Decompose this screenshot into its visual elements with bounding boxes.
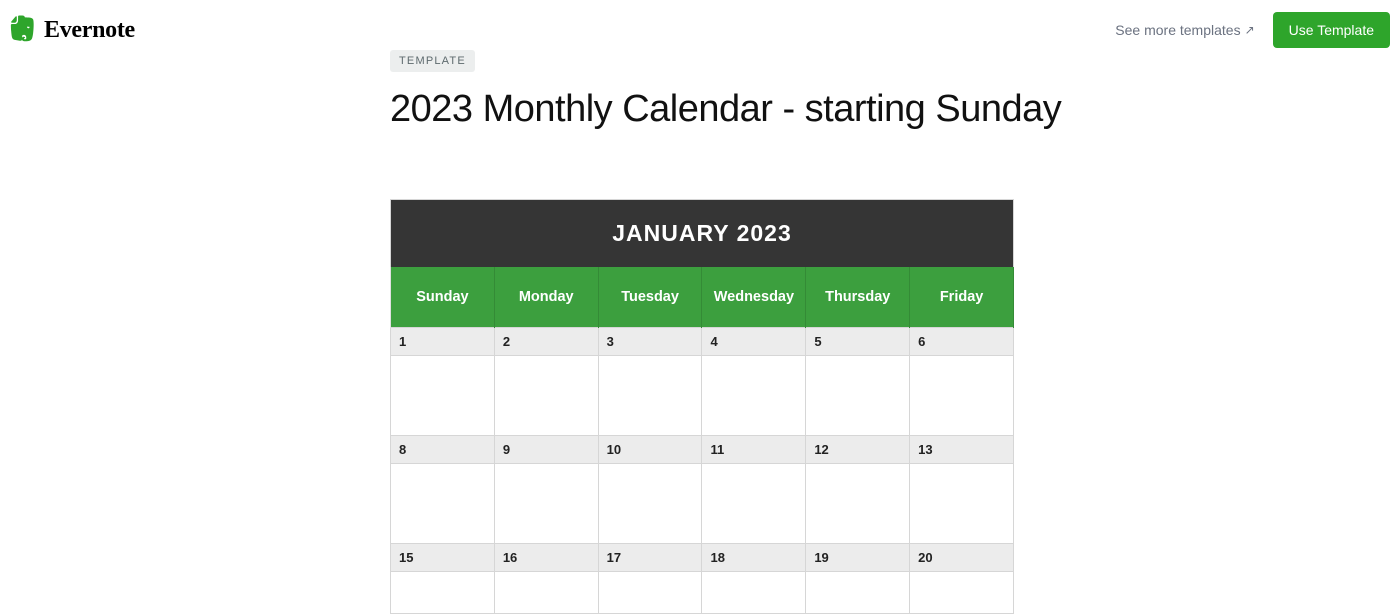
calendar-day-header-row: Sunday Monday Tuesday Wednesday Thursday… bbox=[391, 267, 1014, 328]
see-more-templates-link[interactable]: See more templates ↗ bbox=[1115, 22, 1254, 38]
calendar-month-title: JANUARY 2023 bbox=[391, 200, 1014, 268]
day-header: Tuesday bbox=[598, 267, 702, 328]
day-header: Thursday bbox=[806, 267, 910, 328]
date-cell: 6 bbox=[910, 328, 1014, 356]
use-template-button[interactable]: Use Template bbox=[1273, 12, 1390, 48]
calendar-date-row: 1 2 3 4 5 6 bbox=[391, 328, 1014, 356]
date-cell: 12 bbox=[806, 436, 910, 464]
calendar-date-row: 8 9 10 11 12 13 bbox=[391, 436, 1014, 464]
brand-name: Evernote bbox=[44, 17, 135, 44]
calendar-date-row: 15 16 17 18 19 20 bbox=[391, 544, 1014, 572]
date-cell: 2 bbox=[494, 328, 598, 356]
day-header: Friday bbox=[910, 267, 1014, 328]
template-badge: TEMPLATE bbox=[390, 50, 475, 72]
calendar-table: JANUARY 2023 Sunday Monday Tuesday Wedne… bbox=[390, 199, 1014, 614]
calendar-body-row bbox=[391, 356, 1014, 436]
calendar-body-row bbox=[391, 464, 1014, 544]
brand-logo[interactable]: Evernote bbox=[10, 15, 135, 45]
date-cell: 16 bbox=[494, 544, 598, 572]
date-cell: 10 bbox=[598, 436, 702, 464]
date-cell: 8 bbox=[391, 436, 495, 464]
see-more-label: See more templates bbox=[1115, 22, 1240, 38]
content-area: TEMPLATE 2023 Monthly Calendar - startin… bbox=[390, 50, 1390, 614]
topbar: Evernote See more templates ↗ Use Templa… bbox=[0, 0, 1400, 50]
calendar-month-row: JANUARY 2023 bbox=[391, 200, 1014, 268]
date-cell: 19 bbox=[806, 544, 910, 572]
date-cell: 11 bbox=[702, 436, 806, 464]
date-cell: 4 bbox=[702, 328, 806, 356]
date-cell: 1 bbox=[391, 328, 495, 356]
calendar-body-row bbox=[391, 572, 1014, 614]
evernote-elephant-icon bbox=[10, 15, 36, 45]
day-header: Sunday bbox=[391, 267, 495, 328]
top-actions: See more templates ↗ Use Template bbox=[1115, 12, 1390, 48]
date-cell: 5 bbox=[806, 328, 910, 356]
date-cell: 15 bbox=[391, 544, 495, 572]
date-cell: 9 bbox=[494, 436, 598, 464]
date-cell: 20 bbox=[910, 544, 1014, 572]
date-cell: 3 bbox=[598, 328, 702, 356]
day-header: Monday bbox=[494, 267, 598, 328]
page-title: 2023 Monthly Calendar - starting Sunday bbox=[390, 88, 1390, 131]
day-header: Wednesday bbox=[702, 267, 806, 328]
date-cell: 13 bbox=[910, 436, 1014, 464]
date-cell: 17 bbox=[598, 544, 702, 572]
date-cell: 18 bbox=[702, 544, 806, 572]
arrow-up-right-icon: ↗ bbox=[1245, 23, 1255, 37]
